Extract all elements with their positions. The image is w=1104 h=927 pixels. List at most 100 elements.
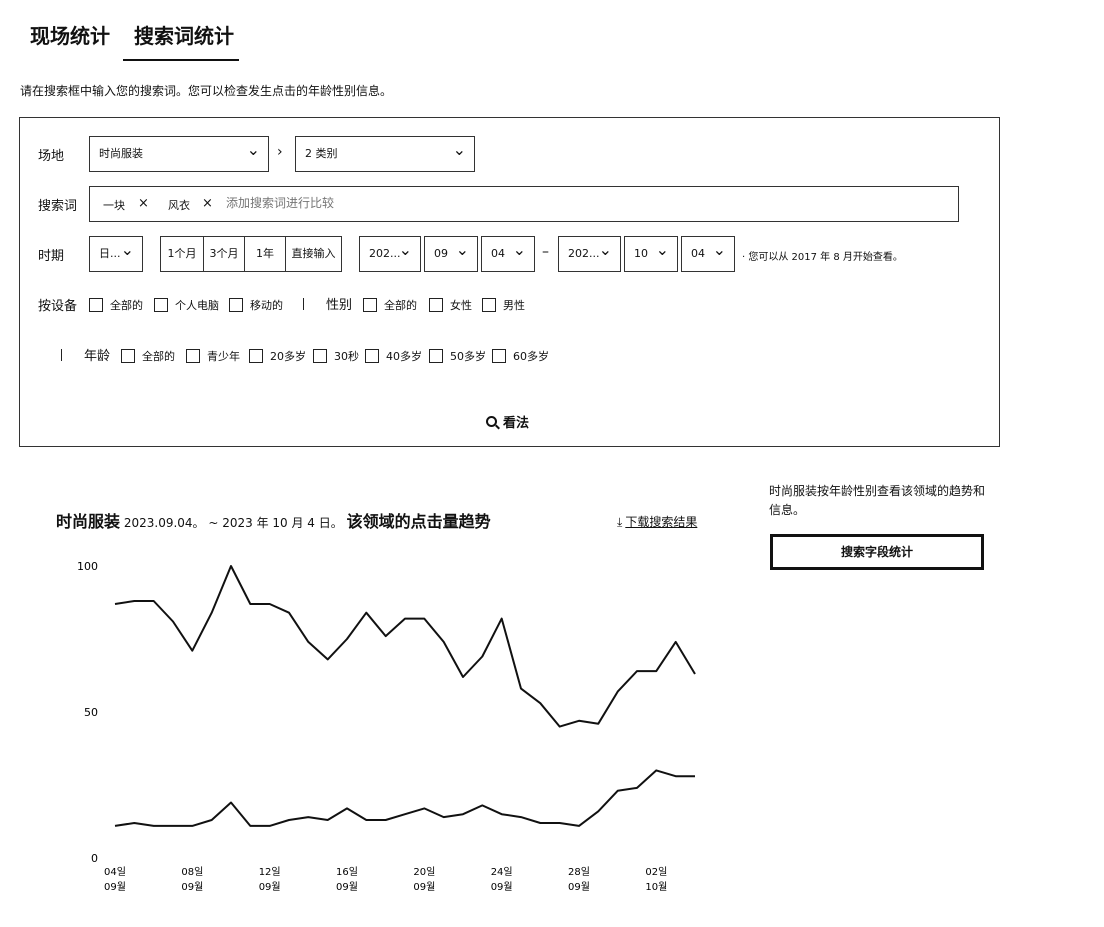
age-60s-checkbox[interactable]: 60多岁 <box>492 348 549 364</box>
checkbox-box[interactable] <box>249 349 263 363</box>
end-day-select[interactable]: 04 <box>681 236 735 272</box>
x-tick-label-day: 20일 <box>413 866 435 878</box>
period-label: 时期 <box>38 249 65 264</box>
date-range-dash: – <box>542 244 549 260</box>
checkbox-box[interactable] <box>186 349 200 363</box>
chevron-down-icon <box>247 137 260 171</box>
category-select[interactable]: 2 类别 <box>295 136 475 172</box>
tab-search-term-stats[interactable]: 搜索词统计 <box>134 20 234 49</box>
start-month-value: 09 <box>434 247 448 260</box>
gender-label: 性别 <box>326 298 353 313</box>
period-unit-value: 日... <box>99 247 121 260</box>
period-1-year-button[interactable]: 1年 <box>245 237 286 271</box>
chevron-down-icon <box>121 237 134 271</box>
checkbox-label: 全部的 <box>384 299 417 312</box>
period-1-month-button[interactable]: 1个月 <box>161 237 204 271</box>
keyword-input-box[interactable]: 一块 × 风衣 × <box>89 186 959 222</box>
checkbox-label: 50多岁 <box>450 350 486 363</box>
download-label: 下载搜索结果 <box>625 515 698 529</box>
checkbox-box[interactable] <box>121 349 135 363</box>
x-tick-label-month: 09월 <box>568 881 590 893</box>
age-30s-checkbox[interactable]: 30秒 <box>313 348 359 364</box>
trend-line-chart: 0 50 100 04일 09월 08일 09월 12일 09월 16일 09월 20일 09월 24일 0… <box>77 560 696 893</box>
close-icon[interactable]: × <box>138 196 149 211</box>
checkbox-label: 20多岁 <box>270 350 306 363</box>
x-tick-label-month: 09월 <box>259 881 281 893</box>
checkbox-label: 全部的 <box>110 299 143 312</box>
age-50s-checkbox[interactable]: 50多岁 <box>429 348 486 364</box>
filter-panel: 场地 时尚服装 › 2 类别 搜索词 一块 × 风衣 × 时期 日... 1个月… <box>19 117 1000 447</box>
keyword-chip-label: 风衣 <box>168 199 190 212</box>
start-year-select[interactable]: 202... <box>359 236 421 272</box>
start-day-value: 04 <box>491 247 505 260</box>
tab-site-stats[interactable]: 现场统计 <box>30 20 110 49</box>
x-tick-label-month: 10월 <box>645 881 667 893</box>
chart-category: 时尚服装 <box>56 512 121 531</box>
gender-all-checkbox[interactable]: 全部的 <box>363 297 417 313</box>
view-button[interactable]: 看法 <box>486 412 529 431</box>
venue-label: 场地 <box>38 149 65 164</box>
search-icon <box>486 416 497 427</box>
divider <box>61 349 62 361</box>
x-tick-label-day: 16일 <box>336 866 358 878</box>
checkbox-label: 40多岁 <box>386 350 422 363</box>
checkbox-box[interactable] <box>429 298 443 312</box>
side-panel-text: 时尚服装按年龄性别查看该领域的趋势和信息。 <box>769 484 986 517</box>
x-tick-label-day: 08일 <box>181 866 203 878</box>
checkbox-label: 青少年 <box>207 350 240 363</box>
end-month-select[interactable]: 10 <box>624 236 678 272</box>
end-year-value: 202... <box>568 247 600 260</box>
chart-date-range: 2023.09.04。 ~ 2023 年 10 月 4 日。 <box>123 516 343 530</box>
x-tick-label-day: 28일 <box>568 866 590 878</box>
checkbox-box[interactable] <box>363 298 377 312</box>
device-mobile-checkbox[interactable]: 移动的 <box>229 297 283 313</box>
add-keyword-input[interactable] <box>226 196 526 210</box>
y-tick-label: 100 <box>77 560 98 573</box>
age-40s-checkbox[interactable]: 40多岁 <box>365 348 422 364</box>
age-20s-checkbox[interactable]: 20多岁 <box>249 348 306 364</box>
checkbox-box[interactable] <box>154 298 168 312</box>
checkbox-box[interactable] <box>482 298 496 312</box>
age-all-checkbox[interactable]: 全部的 <box>121 348 175 364</box>
keyword-chip-label: 一块 <box>103 199 125 212</box>
gender-female-checkbox[interactable]: 女性 <box>429 297 472 313</box>
start-year-value: 202... <box>369 247 401 260</box>
checkbox-box[interactable] <box>313 349 327 363</box>
chevron-right-icon: › <box>277 144 283 160</box>
chevron-down-icon <box>599 237 612 271</box>
period-preset-group: 1个月 3个月 1年 直接输入 <box>160 236 342 272</box>
chevron-down-icon <box>713 237 726 271</box>
checkbox-box[interactable] <box>89 298 103 312</box>
category-select-value: 2 类别 <box>305 147 338 160</box>
period-3-months-button[interactable]: 3个月 <box>204 237 245 271</box>
chart-title: 时尚服装 2023.09.04。 ~ 2023 年 10 月 4 日。 该领域的… <box>56 508 491 532</box>
field-stats-button[interactable]: 搜索字段统计 <box>770 534 984 570</box>
start-day-select[interactable]: 04 <box>481 236 535 272</box>
x-tick-label-month: 09월 <box>413 881 435 893</box>
age-teen-checkbox[interactable]: 青少年 <box>186 348 240 364</box>
checkbox-box[interactable] <box>229 298 243 312</box>
close-icon[interactable]: × <box>202 196 213 211</box>
x-tick-label-day: 02일 <box>645 866 667 878</box>
period-direct-input-button[interactable]: 直接输入 <box>286 237 341 271</box>
chevron-down-icon <box>453 137 466 171</box>
active-tab-indicator <box>123 59 239 61</box>
checkbox-box[interactable] <box>492 349 506 363</box>
end-day-value: 04 <box>691 247 705 260</box>
gender-male-checkbox[interactable]: 男性 <box>482 297 525 313</box>
start-month-select[interactable]: 09 <box>424 236 478 272</box>
checkbox-label: 个人电脑 <box>175 299 219 312</box>
end-year-select[interactable]: 202... <box>558 236 621 272</box>
device-all-checkbox[interactable]: 全部的 <box>89 297 143 313</box>
period-unit-select[interactable]: 日... <box>89 236 143 272</box>
chevron-down-icon <box>513 237 526 271</box>
device-label: 按设备 <box>38 299 78 314</box>
y-tick-label: 0 <box>91 852 98 865</box>
x-tick-label-day: 12일 <box>259 866 281 878</box>
checkbox-label: 全部的 <box>142 350 175 363</box>
checkbox-box[interactable] <box>365 349 379 363</box>
venue-select[interactable]: 时尚服装 <box>89 136 269 172</box>
download-results-link[interactable]: ⤓ 下载搜索结果 <box>617 513 697 530</box>
checkbox-box[interactable] <box>429 349 443 363</box>
device-pc-checkbox[interactable]: 个人电脑 <box>154 297 219 313</box>
